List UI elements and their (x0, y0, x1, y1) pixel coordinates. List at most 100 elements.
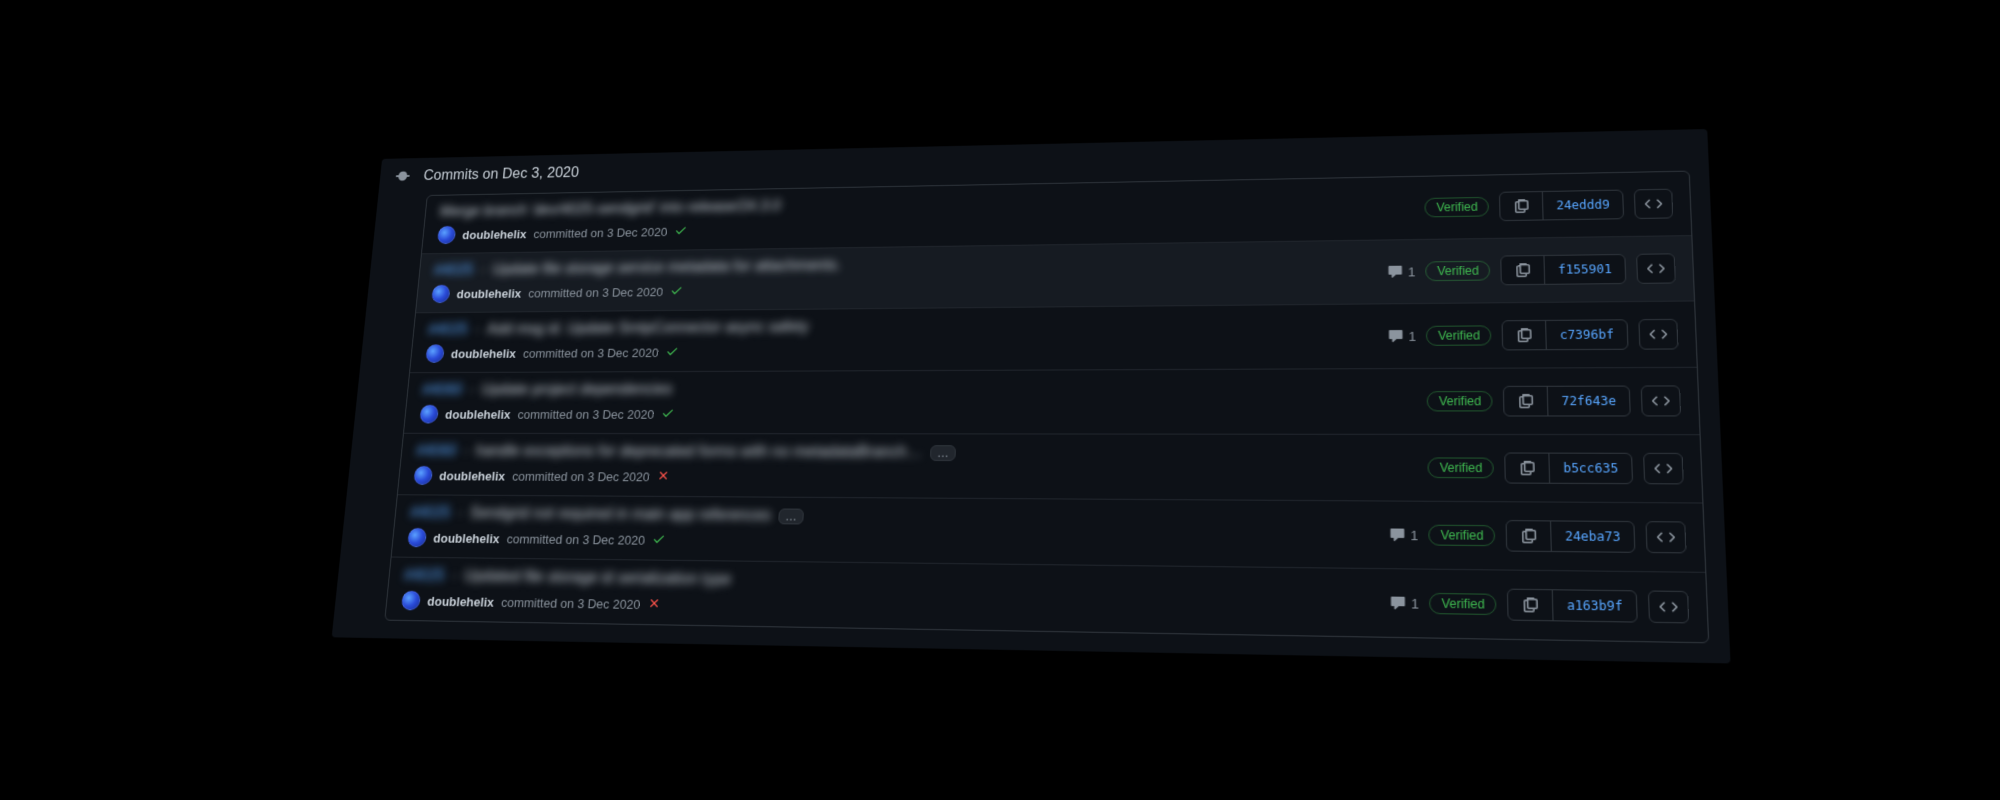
comments-link[interactable]: 1 (1389, 526, 1418, 543)
author-link[interactable]: doublehelix (462, 227, 527, 242)
verified-badge[interactable]: Verified (1428, 457, 1495, 478)
issue-link[interactable]: #4025 (433, 263, 474, 280)
commit-date: committed on 3 Dec 2020 (506, 531, 645, 547)
commit-actions: Verified b5cc635 (1428, 452, 1684, 484)
commit-actions: 1 Verified f155901 (1387, 253, 1676, 286)
copy-sha-button[interactable] (1508, 590, 1554, 621)
commit-actions: Verified 24eddd9 (1425, 189, 1674, 223)
commit-actions: 1 Verified c7396bf (1387, 319, 1678, 351)
copy-sha-button[interactable] (1503, 321, 1547, 350)
author-link[interactable]: doublehelix (427, 593, 495, 609)
commit-sha-link[interactable]: b5cc635 (1550, 454, 1632, 483)
commit-sha-link[interactable]: a163b9f (1553, 590, 1636, 621)
commit-list: Merge branch 'dev/4025-sendgrid' into re… (384, 171, 1709, 644)
commit-title-link[interactable]: Add msg id. Update SmtpConnector async s… (486, 319, 809, 338)
separator: - (474, 322, 480, 339)
commit-info: #4025 - Add msg id. Update SmtpConnector… (425, 314, 1375, 363)
expand-message-button[interactable]: … (930, 445, 956, 461)
sha-button-group: b5cc635 (1505, 452, 1634, 484)
check-icon[interactable] (665, 344, 679, 360)
copy-sha-button[interactable] (1507, 521, 1552, 551)
commit-info: Merge branch 'dev/4025-sendgrid' into re… (437, 187, 1413, 244)
author-link[interactable]: doublehelix (450, 346, 516, 360)
commit-title-line: #4060 - Update project dependencies (422, 379, 1415, 399)
separator: - (451, 568, 458, 586)
author-link[interactable]: doublehelix (445, 407, 512, 421)
commit-date: committed on 3 Dec 2020 (501, 595, 641, 612)
check-icon[interactable] (652, 532, 666, 549)
commit-title-link[interactable]: Update file storage service metadata for… (492, 258, 841, 279)
commit-sha-link[interactable]: 72f643e (1548, 387, 1629, 416)
verified-badge[interactable]: Verified (1425, 197, 1490, 218)
commit-title-link[interactable]: handle exceptions for deprecated forms w… (475, 443, 923, 462)
avatar[interactable] (407, 528, 427, 547)
commit-info: #4025 - Updated file storage id serializ… (401, 567, 1377, 626)
check-icon[interactable] (670, 283, 684, 299)
comments-link[interactable]: 1 (1389, 594, 1418, 611)
issue-link[interactable]: #4060 (422, 382, 463, 399)
commit-row: #4060 - handle exceptions for deprecated… (398, 434, 1703, 504)
separator: - (469, 382, 475, 399)
commit-sha-link[interactable]: c7396bf (1547, 320, 1628, 349)
x-icon[interactable] (656, 468, 670, 485)
verified-badge[interactable]: Verified (1429, 593, 1497, 615)
avatar[interactable] (437, 226, 456, 244)
issue-link[interactable]: #4025 (428, 322, 469, 339)
avatar[interactable] (401, 591, 421, 611)
issue-link[interactable]: #4060 (416, 443, 458, 460)
verified-badge[interactable]: Verified (1426, 261, 1491, 282)
commit-sha-link[interactable]: f155901 (1545, 255, 1625, 284)
commit-title-link[interactable]: Sendgrid not required in main app refere… (469, 505, 771, 525)
avatar[interactable] (425, 344, 445, 363)
separator: - (457, 505, 463, 522)
commit-date: committed on 3 Dec 2020 (528, 284, 664, 299)
timeline-date-heading: Commits on Dec 3, 2020 (423, 165, 580, 184)
copy-sha-button[interactable] (1506, 454, 1551, 483)
browse-code-button[interactable] (1641, 385, 1682, 416)
check-icon[interactable] (661, 406, 675, 422)
x-icon[interactable] (647, 596, 662, 613)
issue-link[interactable]: #4025 (410, 505, 452, 523)
commit-title-link[interactable]: Updated file storage id serialization ty… (464, 568, 732, 589)
commit-date: committed on 3 Dec 2020 (517, 407, 654, 421)
browse-code-button[interactable] (1643, 453, 1684, 485)
commit-title-line: #4060 - handle exceptions for deprecated… (416, 443, 1416, 463)
commit-date: committed on 3 Dec 2020 (512, 469, 650, 484)
browse-code-button[interactable] (1648, 590, 1689, 623)
copy-sha-button[interactable] (1502, 256, 1546, 284)
verified-badge[interactable]: Verified (1427, 391, 1493, 411)
issue-link[interactable]: #4025 (403, 567, 445, 585)
commit-title-line: #4025 - Sendgrid not required in main ap… (410, 505, 1377, 531)
avatar[interactable] (413, 466, 433, 485)
browse-code-button[interactable] (1634, 189, 1674, 219)
browse-code-button[interactable] (1636, 253, 1676, 284)
separator: - (463, 443, 469, 460)
verified-badge[interactable]: Verified (1429, 525, 1496, 547)
avatar[interactable] (419, 405, 439, 424)
verified-badge[interactable]: Verified (1426, 325, 1492, 345)
comments-link[interactable]: 1 (1388, 328, 1417, 344)
expand-message-button[interactable]: … (778, 508, 804, 524)
separator: - (480, 262, 486, 278)
commit-meta: doublehelix committed on 3 Dec 2020 (413, 466, 1415, 490)
comments-link[interactable]: 1 (1387, 264, 1415, 280)
copy-sha-button[interactable] (1500, 192, 1544, 220)
commit-title-link[interactable]: Merge branch 'dev/4025-sendgrid' into re… (439, 198, 781, 220)
commit-row: #4025 - Add msg id. Update SmtpConnector… (410, 301, 1697, 373)
browse-code-button[interactable] (1638, 319, 1678, 350)
author-link[interactable]: doublehelix (456, 286, 522, 300)
sha-button-group: f155901 (1501, 254, 1627, 285)
commit-actions: Verified 72f643e (1427, 385, 1681, 416)
commit-sha-link[interactable]: 24eddd9 (1543, 191, 1623, 220)
author-link[interactable]: doublehelix (433, 530, 500, 545)
commit-title-link[interactable]: Update project dependencies (481, 382, 673, 399)
copy-sha-button[interactable] (1504, 387, 1549, 416)
commit-sha-link[interactable]: 24eba73 (1552, 521, 1635, 551)
avatar[interactable] (431, 285, 450, 303)
author-link[interactable]: doublehelix (439, 468, 506, 483)
browse-code-button[interactable] (1645, 521, 1686, 553)
commit-actions: 1 Verified a163b9f (1389, 587, 1689, 623)
sha-button-group: 72f643e (1503, 386, 1631, 417)
check-icon[interactable] (674, 223, 688, 239)
commit-date: committed on 3 Dec 2020 (533, 225, 668, 241)
